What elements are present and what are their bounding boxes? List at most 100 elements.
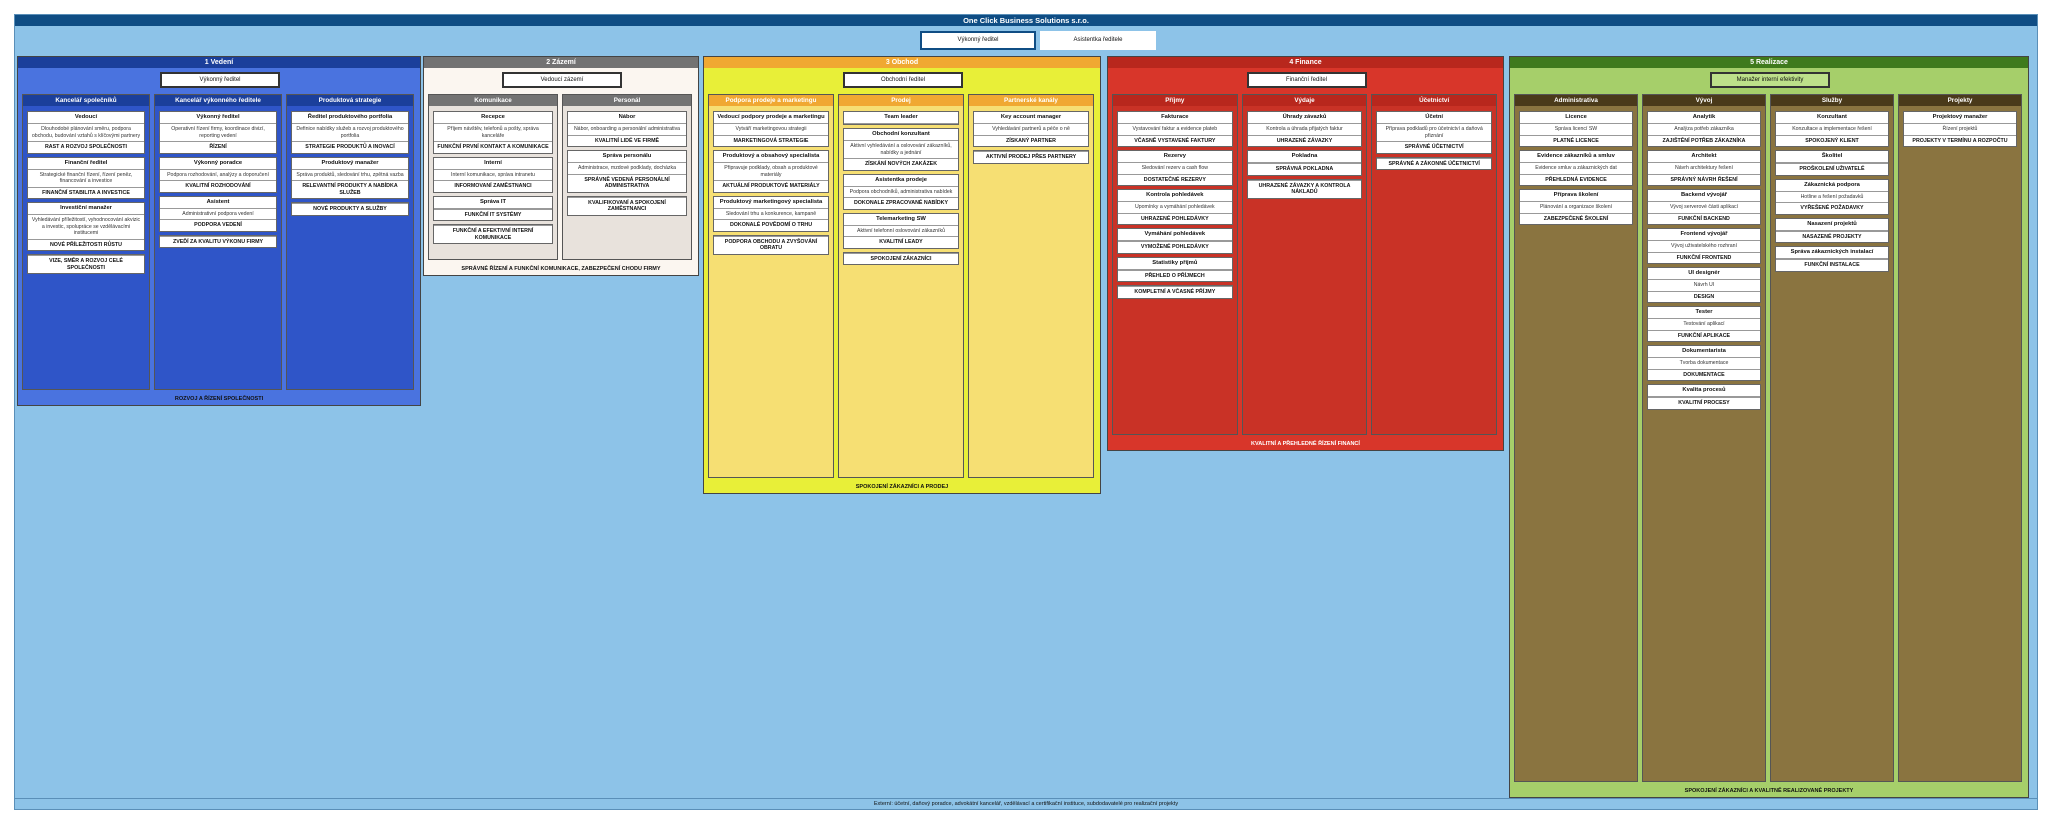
- column-1: Podpora prodeje a marketingu Vedoucí podp…: [708, 94, 834, 478]
- unit-goal: FUNKČNÍ INSTALACE: [1776, 259, 1888, 271]
- unit-goal: DOSTATEČNÉ REZERVY: [1118, 173, 1232, 186]
- unit-box: Backend vývojář Vývoj serverové části apl…: [1647, 189, 1761, 225]
- unit-goal: FUNKČNÍ A EFEKTIVNÍ INTERNÍ KOMUNIKACE: [434, 225, 552, 243]
- unit-title: Architekt: [1648, 151, 1760, 163]
- unit-description: Sledování rezerv a cash flow: [1141, 165, 1208, 171]
- unit-title: Výkonný poradce: [160, 158, 276, 170]
- unit-goal: ZABEZPEČENÉ ŠKOLENÍ: [1520, 212, 1632, 225]
- unit-box: Projektový manažer Řízení projektů PROJEKT…: [1903, 111, 2017, 147]
- unit-title: Statistiky příjmů: [1118, 258, 1232, 270]
- column-header: Projekty: [1899, 95, 2021, 106]
- unit-description: Nábor, onboarding a personální administr…: [573, 126, 681, 132]
- unit-description: Návrh UI: [1693, 282, 1715, 288]
- unit-title: Nasazení projektů: [1776, 219, 1888, 231]
- unit-title: Fakturace: [1118, 112, 1232, 124]
- column-header: Prodej: [839, 95, 963, 106]
- unit-title: Produktový manažer: [292, 158, 408, 170]
- unit-goal: DOKONALE ZPRACOVANÉ NABÍDKY: [844, 197, 958, 209]
- division-1: 1 Vedení Výkonný ředitel Kancelář společní…: [17, 56, 421, 406]
- unit-goal: PŘEHLED O PŘÍJMECH: [1118, 269, 1232, 282]
- column-header: Služby: [1771, 95, 1893, 106]
- assistant-box: Asistentka ředitele: [1040, 31, 1156, 50]
- unit-goal: FUNKČNÍ IT SYSTÉMY: [434, 208, 552, 221]
- unit-box: SPRÁVNÉ A ZÁKONNÉ ÚČETNICTVÍ: [1376, 156, 1492, 170]
- unit-goal: ZÍSKANÝ PARTNER: [974, 134, 1088, 147]
- unit-box: Fakturace Vystavování faktur a evidence p…: [1117, 111, 1233, 147]
- division-4: 4 Finance Finanční ředitel Příjmy Fakturace…: [1107, 56, 1504, 451]
- column-3: Účetnictví Účetní Příprava podkladů pro úč…: [1371, 94, 1497, 435]
- unit-box: Produktový manažer Správa produktů, sledo…: [291, 156, 409, 199]
- unit-description: Operativní řízení firmy, koordinace divi…: [171, 126, 265, 139]
- unit-title: Ředitel produktového portfolia: [292, 112, 408, 124]
- unit-title: Rezervy: [1118, 151, 1232, 163]
- unit-goal: SPRÁVNÉ ÚČETNICTVÍ: [1377, 141, 1491, 153]
- unit-description: Vývoj serverové části aplikací: [1669, 204, 1739, 210]
- unit-description: Hotline a řešení požadavků: [1800, 193, 1864, 200]
- unit-goal: PROJEKTY V TERMÍNU A ROZPOČTU: [1904, 134, 2016, 147]
- column-units: Ředitel produktového portfolia Definice n…: [287, 106, 413, 221]
- unit-goal: PŘEHLEDNÁ EVIDENCE: [1520, 173, 1632, 186]
- division-footer: KVALITNÍ A PŘEHLEDNÉ ŘÍZENÍ FINANCÍ: [1251, 441, 1360, 447]
- unit-box: Finanční ředitel Strategické finanční říz…: [27, 156, 145, 199]
- column-units: Projektový manažer Řízení projektů PROJEKT…: [1899, 106, 2021, 152]
- unit-box: SPOKOJENÍ ZÁKAZNÍCI: [843, 251, 959, 265]
- unit-box: KOMPLETNÍ A VČASNÉ PŘÍJMY: [1117, 285, 1233, 299]
- unit-title: Produktový a obsahový specialista: [714, 151, 828, 163]
- division-footer: SPOKOJENÍ ZÁKAZNÍCI A PRODEJ: [855, 484, 949, 490]
- unit-title: Nábor: [568, 112, 686, 124]
- unit-title: Dokumentarista: [1648, 346, 1760, 358]
- unit-title: Frontend vývojář: [1648, 229, 1760, 241]
- division-manager: Manažer interní efektivity: [1710, 72, 1830, 88]
- unit-title: Evidence zákazníků a smluv: [1520, 151, 1632, 163]
- unit-description: Správa licencí SW: [1554, 126, 1598, 132]
- division-3: 3 Obchod Obchodní ředitel Podpora prodeje …: [703, 56, 1101, 494]
- unit-title: Správa IT: [434, 197, 552, 209]
- unit-title: Příprava školení: [1520, 190, 1632, 202]
- unit-box: NOVÉ PRODUKTY A SLUŽBY: [291, 202, 409, 216]
- unit-description: Aktivní vyhledávání a oslovování zákazní…: [850, 143, 952, 156]
- unit-title: Úhrady závazků: [1247, 112, 1362, 124]
- unit-description: Vyhledávání příležitostí, vyhodnocování …: [31, 217, 141, 236]
- unit-title: Tester: [1648, 307, 1760, 319]
- unit-title: Vedoucí podpory prodeje a marketingu: [714, 112, 828, 124]
- division-manager: Finanční ředitel: [1246, 72, 1367, 88]
- unit-title: Zákaznická podpora: [1776, 180, 1888, 192]
- column-units: Výkonný ředitel Operativní řízení firmy, …: [155, 106, 281, 253]
- unit-box: AKTIVNÍ PRODEJ PŘES PARTNERY: [973, 150, 1089, 164]
- unit-title: Výkonný ředitel: [160, 112, 276, 124]
- column-1: Administrativa Licence Správa licencí SW PL…: [1514, 94, 1638, 782]
- division-header: 5 Realizace: [1510, 57, 2028, 68]
- unit-goal: SPRÁVNĚ VEDENÁ PERSONÁLNÍ ADMINISTRATIVA: [568, 173, 686, 192]
- unit-goal: RAST A ROZVOJ SPOLEČNOSTI: [28, 141, 144, 153]
- unit-description: Příprava podkladů pro účetnictví a daňov…: [1385, 126, 1483, 139]
- unit-title: Obchodní konzultant: [844, 129, 958, 141]
- unit-goal: FUNKČNÍ PRVNÍ KONTAKT A KOMUNIKACE: [434, 141, 552, 153]
- unit-description: Definice nabídky služeb a rozvoj produkt…: [296, 126, 404, 139]
- unit-description: Vyhledávání partnerů a péče o ně: [992, 126, 1070, 132]
- unit-box: Výkonný poradce Podpora rozhodování, anal…: [159, 156, 277, 193]
- unit-box: Pokladna SPRÁVNÁ POKLADNA: [1246, 150, 1363, 176]
- unit-goal: INFORMOVANÍ ZAMĚSTNANCI: [434, 180, 552, 192]
- unit-box: Konzultant Konzultace a implementace řeše…: [1775, 111, 1889, 147]
- column-2: Personál Nábor Nábor, onboarding a personá…: [562, 94, 692, 260]
- unit-title: Vymáhání pohledávek: [1118, 229, 1232, 241]
- unit-title: Telemarketing SW: [844, 214, 958, 226]
- column-header: Podpora prodeje a marketingu: [709, 95, 833, 106]
- unit-goal: FUNKČNÍ BACKEND: [1648, 212, 1760, 225]
- unit-goal: ZAJIŠTĚNÍ POTŘEB ZÁKAZNÍKA: [1648, 134, 1760, 147]
- column-3: Produktová strategie Ředitel produktového…: [286, 94, 414, 390]
- division-footer: SPOKOJENÍ ZÁKAZNÍCI A KVALITNĚ REALIZOVA…: [1684, 788, 1854, 794]
- unit-description: Dlouhodobé plánování směru, podpora obch…: [31, 126, 141, 139]
- division-header: 1 Vedení: [18, 57, 420, 68]
- unit-box: Účetní Příprava podkladů pro účetnictví a…: [1376, 111, 1492, 154]
- unit-goal: VYMOŽENÉ POHLEDÁVKY: [1118, 241, 1232, 253]
- unit-title: Analytik: [1648, 112, 1760, 124]
- unit-goal: DOKUMENTACE: [1648, 368, 1760, 381]
- column-units: Vedoucí Dlouhodobé plánování směru, podpo…: [23, 106, 149, 279]
- unit-description: Konzultace a implementace řešení: [1792, 126, 1872, 132]
- unit-description: Řízení projektů: [1942, 126, 1978, 132]
- unit-goal: MARKETINGOVÁ STRATEGIE: [714, 134, 828, 147]
- unit-goal: KVALITNÍ LIDÉ VE FIRMĚ: [568, 134, 686, 147]
- unit-box: Tester Testování aplikací FUNKČNÍ APLIKACE: [1647, 306, 1761, 342]
- unit-box: Investiční manažer Vyhledávání příležitos…: [27, 202, 145, 251]
